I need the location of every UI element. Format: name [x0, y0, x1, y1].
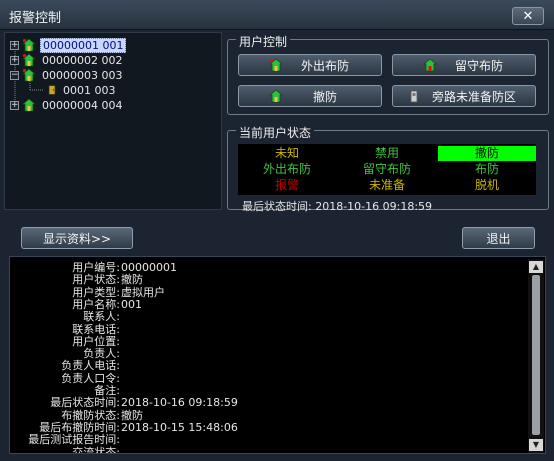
window-title: 报警控制 [9, 11, 62, 26]
info-label: 最后布撤防时间: [39, 420, 120, 434]
house-stay-icon [423, 58, 437, 72]
user-info-panel[interactable]: 用户编号: 00000001 用户状态: 撤防 用户类型: 虚拟用户 用户名称: 001 联系人… [9, 256, 546, 454]
user-status-title: 当前用户状态 [236, 124, 315, 141]
status-cell-armed: 布防 [474, 162, 499, 176]
house-user-icon [22, 53, 36, 67]
info-label: 布撤防状态: [61, 408, 120, 422]
tree-node-label: 0001 003 [63, 83, 116, 97]
info-scrollbar[interactable]: ▲ ▼ [528, 259, 544, 453]
scroll-thumb[interactable] [532, 275, 540, 435]
door-icon [48, 85, 56, 95]
tree-node[interactable]: + 00000004 004 [10, 97, 124, 113]
house-user-icon [22, 68, 36, 82]
tree-subnode[interactable]: 0001 003 [47, 82, 118, 98]
scroll-down-icon[interactable]: ▼ [529, 439, 543, 451]
status-cell-disabled: 禁用 [374, 146, 399, 160]
bypass-zone-button[interactable]: 旁路未准备防区 [392, 85, 536, 107]
info-label: 用户类型: [72, 285, 120, 299]
show-info-label: 显示资料>> [42, 231, 112, 246]
info-label: 最后状态时间: [50, 396, 120, 410]
user-tree[interactable]: + 00000001 001 + 00000002 002 − 00000003… [4, 32, 222, 210]
info-label: 负责人电话: [61, 359, 120, 373]
bypass-icon [410, 90, 418, 103]
info-label: 联系人: [83, 310, 120, 324]
info-label: 交流状态: [72, 445, 120, 454]
house-user-icon [22, 38, 36, 52]
show-info-button[interactable]: 显示资料>> [21, 227, 133, 249]
info-label: 用户状态: [72, 273, 120, 287]
exit-label: 退出 [486, 231, 511, 246]
last-status-time: 最后状态时间: 2018-10-16 09:18:59 [242, 198, 432, 214]
user-control-group: 用户控制 外出布防 留守布防 撤防 旁路未准备防区 [227, 33, 549, 115]
info-value: 虚拟用户 [121, 285, 165, 299]
info-label: 用户名称: [72, 297, 120, 311]
info-value: 撤防 [121, 273, 143, 287]
info-value: 撤防 [121, 408, 143, 422]
tree-node[interactable]: + 00000001 001 [10, 37, 127, 53]
info-value: 001 [121, 297, 142, 311]
status-cell-away-armed: 外出布防 [262, 162, 311, 176]
plus-icon[interactable]: + [10, 100, 19, 110]
plus-icon[interactable]: + [10, 40, 19, 50]
house-user-icon [269, 58, 283, 72]
status-cell-offline: 脱机 [474, 178, 499, 192]
title-bar: 报警控制 ✕ [0, 0, 554, 30]
status-legend: 未知 禁用 撤防 外出布防 留守布防 布防 报警 未准备 脱机 [238, 144, 536, 195]
user-control-title: 用户控制 [236, 33, 291, 50]
tree-node-label: 00000002 002 [42, 53, 123, 67]
info-value: 2018-10-15 15:48:06 [121, 420, 238, 434]
close-button[interactable]: ✕ [512, 7, 544, 25]
last-status-time-value: 2018-10-16 09:18:59 [315, 200, 433, 213]
plus-icon[interactable]: + [10, 55, 19, 65]
last-status-time-label: 最后状态时间: [242, 200, 312, 213]
minus-icon[interactable]: − [10, 70, 19, 80]
info-label: 联系电话: [72, 322, 120, 336]
exit-button[interactable]: 退出 [462, 227, 535, 249]
tree-node-label: 00000003 003 [42, 68, 123, 82]
stay-arm-label: 留守布防 [454, 58, 503, 73]
user-status-group: 当前用户状态 未知 禁用 撤防 外出布防 留守布防 布防 报警 未准备 脱机 最… [227, 124, 549, 213]
scroll-up-icon[interactable]: ▲ [529, 261, 543, 273]
house-user-icon [22, 98, 36, 112]
status-cell-stay-armed: 留守布防 [362, 162, 411, 176]
tree-node-label: 00000001 001 [40, 37, 127, 53]
close-icon: ✕ [522, 8, 534, 24]
tree-node[interactable]: − 00000003 003 [10, 67, 124, 83]
status-cell-disarmed: 撤防 [438, 146, 536, 161]
tree-node-label: 00000004 004 [42, 98, 123, 112]
info-label: 最后测试报告时间: [28, 433, 120, 447]
tree-node[interactable]: + 00000002 002 [10, 52, 124, 68]
info-label: 用户位置: [72, 334, 120, 348]
info-value: 2018-10-16 09:18:59 [121, 396, 238, 410]
disarm-button[interactable]: 撤防 [238, 85, 382, 107]
away-arm-button[interactable]: 外出布防 [238, 54, 382, 76]
bypass-label: 旁路未准备防区 [431, 89, 516, 104]
status-cell-not-ready: 未准备 [368, 178, 405, 192]
info-label: 负责人口令: [61, 371, 120, 385]
disarm-label: 撤防 [312, 89, 337, 104]
house-disarm-icon [269, 89, 283, 103]
status-cell-alarm: 报警 [274, 178, 299, 192]
away-arm-label: 外出布防 [300, 58, 349, 73]
status-cell-unknown: 未知 [274, 146, 299, 160]
stay-arm-button[interactable]: 留守布防 [392, 54, 536, 76]
